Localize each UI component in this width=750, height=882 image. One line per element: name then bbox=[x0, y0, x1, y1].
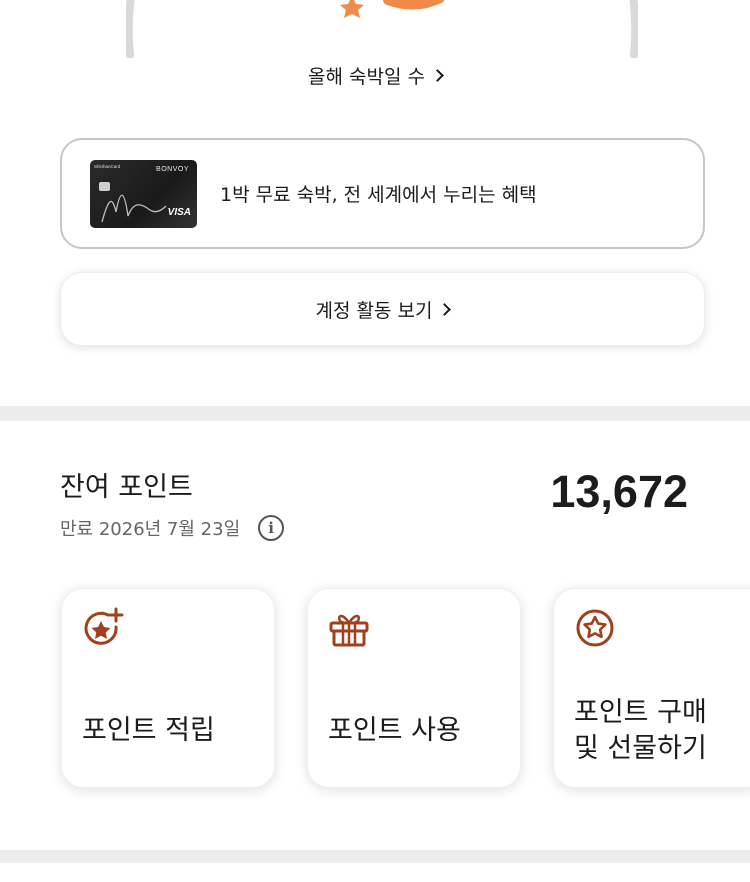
nights-progress-ring bbox=[126, 0, 638, 58]
view-account-activity-button[interactable]: 계정 활동 보기 bbox=[60, 272, 705, 346]
tile-label: 포인트 사용 bbox=[328, 715, 461, 746]
star-circle-icon bbox=[576, 609, 614, 647]
credit-card-promo[interactable]: ShinhanCard BONVOY VISA 1박 무료 숙박, 전 세계에서… bbox=[60, 138, 705, 249]
activity-label: 계정 활동 보기 bbox=[315, 299, 433, 322]
info-icon[interactable]: i bbox=[258, 515, 285, 541]
nights-this-year-link[interactable]: 올해 숙박일 수 bbox=[0, 60, 750, 90]
credit-card-image: ShinhanCard BONVOY VISA bbox=[90, 160, 197, 228]
points-expiry-row: 만료 2026년 7월 23일 i bbox=[60, 513, 285, 543]
section-divider bbox=[0, 406, 750, 421]
section-divider bbox=[0, 850, 750, 863]
points-title: 잔여 포인트 bbox=[60, 472, 193, 503]
nights-link-label: 올해 숙박일 수 bbox=[308, 65, 425, 88]
points-expiry-text: 만료 2026년 7월 23일 bbox=[60, 519, 241, 540]
chevron-right-icon bbox=[438, 302, 452, 316]
visa-logo: VISA bbox=[167, 207, 191, 218]
card-chip bbox=[99, 182, 110, 191]
use-points-tile[interactable]: 포인트 사용 bbox=[307, 588, 521, 788]
card-brand-text: BONVOY bbox=[156, 166, 189, 173]
buy-gift-points-tile[interactable]: 포인트 구매 및 선물하기 bbox=[553, 588, 750, 788]
earn-points-tile[interactable]: 포인트 적립 bbox=[61, 588, 275, 788]
star-plus-icon bbox=[84, 607, 124, 645]
gift-icon bbox=[329, 614, 369, 647]
star-icon bbox=[340, 0, 364, 18]
chevron-right-icon bbox=[431, 68, 444, 82]
promo-text: 1박 무료 숙박, 전 세계에서 누리는 혜택 bbox=[220, 184, 537, 206]
tile-label: 포인트 구매 및 선물하기 bbox=[574, 697, 707, 764]
top-section: 올해 숙박일 수 ShinhanCard BONVOY VISA 1박 무료 숙… bbox=[0, 0, 750, 406]
points-balance: 13,672 bbox=[550, 466, 688, 517]
tile-label: 포인트 적립 bbox=[82, 715, 215, 746]
card-issuer-text: ShinhanCard bbox=[94, 164, 121, 169]
